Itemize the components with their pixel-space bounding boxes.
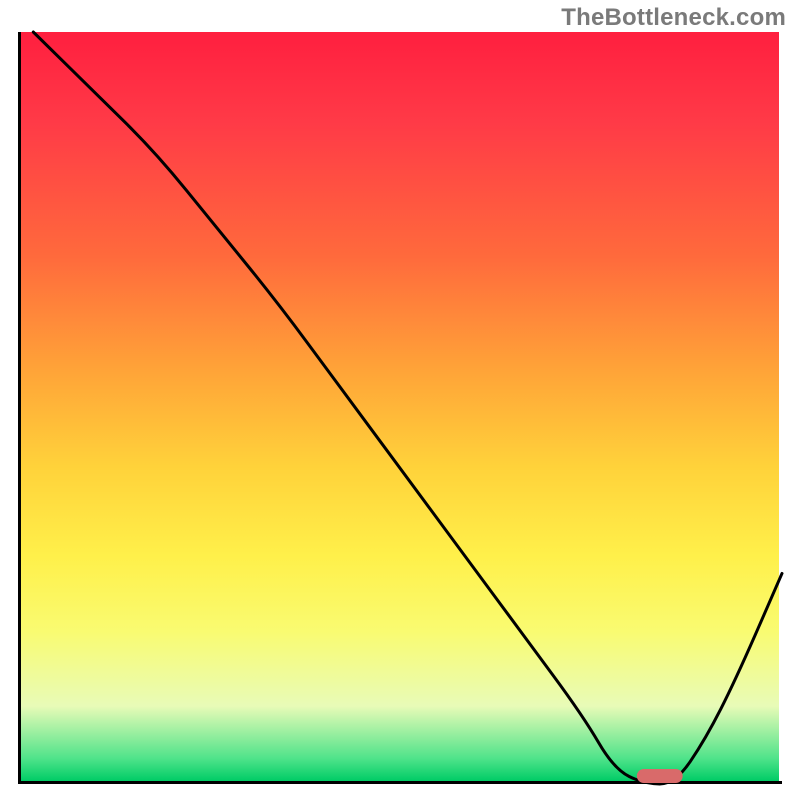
- chart-svg: [18, 32, 782, 784]
- bottleneck-curve: [33, 32, 782, 784]
- watermark-text: TheBottleneck.com: [561, 4, 786, 32]
- optimum-marker: [637, 769, 683, 783]
- chart-area: [18, 32, 782, 784]
